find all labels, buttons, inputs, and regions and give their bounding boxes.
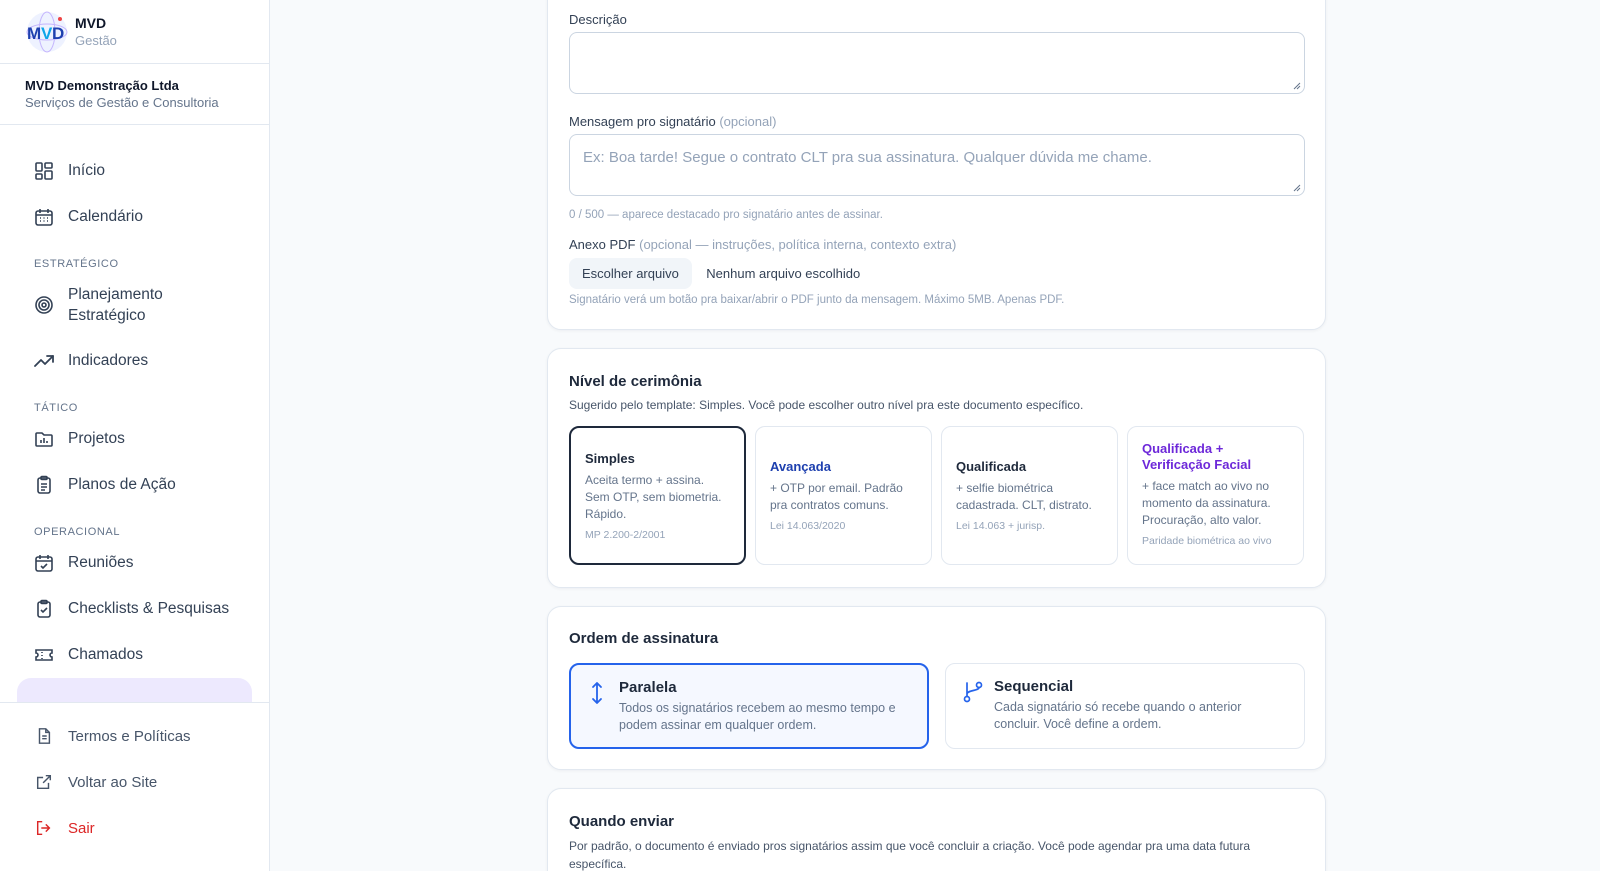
trending-up-icon [34, 351, 54, 371]
logout-icon [34, 818, 54, 838]
option-simples[interactable]: Simples Aceita termo + assina. Sem OTP, … [569, 426, 746, 565]
nav-item-voltar[interactable]: Voltar ao Site [0, 759, 269, 805]
descricao-textarea[interactable] [569, 32, 1305, 94]
nav-label: Checklists & Pesquisas [68, 600, 230, 617]
nav-item-planos[interactable]: Planos de Ação [0, 462, 269, 508]
nav-item-reunioes[interactable]: Reuniões [0, 540, 269, 586]
nav-label: Voltar ao Site [68, 773, 158, 791]
anexo-hint: Signatário verá um botão pra baixar/abri… [569, 294, 1065, 306]
option-title: Simples [585, 451, 635, 466]
descricao-label: Descrição [569, 12, 627, 27]
ordem-title: Ordem de assinatura [569, 630, 719, 647]
nav-item-projetos[interactable]: Projetos [0, 416, 269, 462]
nav-label: Termos e Políticas [68, 727, 191, 745]
folder-chart-icon [34, 429, 54, 449]
brand[interactable]: M V D MVD Gestão [0, 0, 269, 64]
nav-label: Sair [68, 819, 95, 837]
quando-title: Quando enviar [569, 813, 675, 830]
ticket-icon [34, 645, 54, 665]
sidebar: M V D MVD Gestão MVD Demonstração Ltda S… [0, 0, 270, 871]
anexo-label: Anexo PDF (opcional — instruções, políti… [569, 237, 957, 252]
option-qualificada-facial[interactable]: Qualificada + Verificação Facial + face … [1127, 426, 1304, 565]
target-icon [34, 295, 54, 315]
dashboard-icon [34, 161, 54, 181]
nav-item-inicio[interactable]: Início [0, 148, 269, 194]
option-law: Lei 14.063/2020 [770, 520, 846, 532]
quando-card: Quando enviar Por padrão, o documento é … [547, 788, 1326, 871]
section-estrategico: ESTRATÉGICO [34, 258, 119, 270]
section-tatico: TÁTICO [34, 402, 78, 414]
nav-label: Planejamento [68, 286, 163, 303]
bottom-nav: Termos e Políticas Voltar ao Site Sair [0, 702, 269, 851]
option-law: Lei 14.063 + jurisp. [956, 520, 1046, 532]
external-link-icon [34, 772, 54, 792]
nav-item-active-partial[interactable] [17, 678, 252, 702]
order-title: Sequencial [994, 678, 1074, 695]
cerimonia-title: Nível de cerimônia [569, 373, 702, 390]
git-branch-icon [962, 678, 994, 734]
company-sub: Serviços de Gestão e Consultoria [25, 95, 219, 110]
nav-item-sair[interactable]: Sair [0, 805, 269, 851]
option-title: Avançada [770, 459, 831, 474]
mensagem-placeholder: Ex: Boa tarde! Segue o contrato CLT pra … [583, 149, 1152, 166]
option-law: Paridade biométrica ao vivo [1142, 535, 1272, 547]
choose-file-button[interactable]: Escolher arquivo [569, 258, 692, 289]
order-paralela[interactable]: Paralela Todos os signatários recebem ao… [569, 663, 929, 749]
nav-label: Indicadores [68, 352, 149, 369]
option-title: Qualificada [956, 459, 1027, 474]
form-card: Descrição Mensagem pro signatário (opcio… [547, 0, 1326, 330]
section-operacional: OPERACIONAL [34, 526, 121, 538]
ordem-card: Ordem de assinatura Paralela Todos os si… [547, 606, 1326, 770]
nav-label: Reuniões [68, 554, 134, 571]
nav-label: Projetos [68, 430, 125, 447]
cerimonia-sub: Sugerido pelo template: Simples. Você po… [569, 398, 1084, 412]
cerimonia-card: Nível de cerimônia Sugerido pelo templat… [547, 348, 1326, 588]
quando-sub: Por padrão, o documento é enviado pros s… [569, 839, 1251, 871]
calendar-icon [34, 207, 54, 227]
nav-label: Chamados [68, 646, 143, 663]
nav-item-checklists[interactable]: Checklists & Pesquisas [0, 586, 269, 632]
brand-sub: Gestão [75, 32, 117, 48]
mensagem-textarea[interactable]: Ex: Boa tarde! Segue o contrato CLT pra … [569, 134, 1305, 196]
nav-item-calendario[interactable]: Calendário [0, 194, 269, 240]
calendar-check-icon [34, 553, 54, 573]
nav-item-termos[interactable]: Termos e Políticas [0, 713, 269, 759]
main-nav: Início Calendário ESTRATÉGICO Planejamen… [0, 148, 269, 702]
nav-label: Início [68, 162, 106, 179]
option-desc: + selfie biométrica cadastrada. CLT, dis… [956, 481, 1092, 512]
clipboard-list-icon [34, 475, 54, 495]
option-title: Qualificada + Verificação Facial [1142, 441, 1252, 472]
document-icon [34, 726, 54, 746]
nav-label: Calendário [68, 208, 143, 225]
nav-item-indicadores[interactable]: Indicadores [0, 338, 269, 384]
option-qualificada[interactable]: Qualificada + selfie biométrica cadastra… [941, 426, 1118, 565]
nav-label: Planos de Ação [68, 476, 176, 493]
brand-name: MVD [75, 14, 107, 31]
option-desc: + face match ao vivo no momento da assin… [1142, 479, 1271, 527]
resize-handle-icon[interactable] [1293, 82, 1301, 90]
svg-text:D: D [52, 24, 64, 43]
company-name: MVD Demonstração Ltda [25, 78, 179, 93]
order-sequencial[interactable]: Sequencial Cada signatário só recebe qua… [945, 663, 1305, 749]
order-desc: Cada signatário só recebe quando o anter… [994, 700, 1242, 731]
mensagem-hint: 0 / 500 — aparece destacado pro signatár… [569, 209, 883, 221]
option-law: MP 2.200-2/2001 [585, 529, 666, 541]
order-desc: Todos os signatários recebem ao mesmo te… [619, 701, 896, 732]
mvd-logo: M V D [25, 10, 69, 54]
resize-handle-icon[interactable] [1293, 184, 1301, 192]
mensagem-label: Mensagem pro signatário (opcional) [569, 114, 777, 129]
company-info: MVD Demonstração Ltda Serviços de Gestão… [0, 64, 269, 125]
nav-label: Estratégico [68, 307, 146, 324]
option-desc: Aceita termo + assina. Sem OTP, sem biom… [585, 473, 722, 521]
nav-item-chamados[interactable]: Chamados [0, 632, 269, 678]
option-avancada[interactable]: Avançada + OTP por email. Padrão pra con… [755, 426, 932, 565]
nav-item-planejamento[interactable]: Planejamento Estratégico [0, 272, 269, 338]
vertical-arrows-icon [587, 679, 619, 733]
clipboard-check-icon [34, 599, 54, 619]
file-status: Nenhum arquivo escolhido [706, 266, 861, 281]
file-input[interactable]: Escolher arquivo Nenhum arquivo escolhid… [569, 258, 860, 289]
order-title: Paralela [619, 679, 677, 696]
option-desc: + OTP por email. Padrão pra contratos co… [770, 481, 903, 512]
svg-text:M: M [27, 24, 41, 43]
